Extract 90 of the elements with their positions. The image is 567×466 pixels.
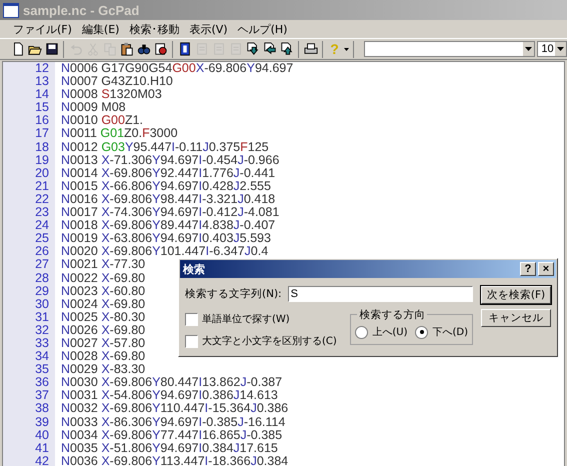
- radio-label[interactable]: 下へ(D): [432, 325, 468, 339]
- line-number: 23: [3, 206, 55, 220]
- menu-item[interactable]: 編集(E): [76, 22, 124, 36]
- checkbox-label[interactable]: 大文字と小文字を区別する(C): [202, 334, 337, 348]
- radio-label[interactable]: 上へ(U): [372, 325, 408, 339]
- line-number: 26: [3, 245, 55, 258]
- search-field[interactable]: S: [288, 286, 473, 302]
- line-number: 17: [3, 127, 55, 141]
- font-size-combo[interactable]: 10: [537, 41, 567, 57]
- code-line: N0020 X-69.806Y101.447I-6.347J0.4: [60, 245, 268, 258]
- code-line: N0021 X-77.30: [60, 258, 146, 272]
- line-number: 40: [3, 428, 55, 442]
- dropdown-arrow-icon[interactable]: [557, 47, 564, 51]
- group-title: 検索する方向: [357, 308, 428, 322]
- code-line: N0027 X-57.80: [60, 336, 146, 350]
- menu-item[interactable]: ヘルプ(H): [232, 22, 292, 36]
- code-line: N0010 G00Z1.: [60, 114, 144, 128]
- dialog-button[interactable]: 次を検索(F): [481, 286, 551, 304]
- line-number: 37: [3, 389, 55, 402]
- checkbox[interactable]: [185, 334, 198, 348]
- line-number: 31: [3, 310, 55, 324]
- code-line: N0022 X-69.80: [60, 272, 146, 285]
- code-line: N0018 X-69.806Y89.447I4.838J-0.407: [60, 219, 276, 232]
- code-line: N0019 X-63.806Y94.697I0.403J5.593: [60, 232, 271, 246]
- line-number: 30: [3, 298, 55, 311]
- line-number: 24: [3, 219, 55, 232]
- dropdown-arrow-icon[interactable]: [525, 47, 532, 51]
- line-number: 20: [3, 166, 55, 180]
- search-label: 検索する文字列(N):: [185, 287, 282, 301]
- dialog-title: 検索: [183, 262, 205, 276]
- code-line: N0029 X-83.30: [60, 363, 146, 376]
- line-number: 32: [3, 324, 55, 337]
- menu-item[interactable]: ファイル(F): [8, 22, 77, 36]
- code-line: N0014 X-69.806Y92.447I1.776J-0.441: [60, 166, 276, 180]
- line-number: 27: [3, 258, 55, 272]
- line-number: 21: [3, 180, 55, 193]
- code-line: N0030 X-69.806Y80.447I13.862J-0.387: [60, 376, 282, 390]
- app-icon: [3, 2, 19, 18]
- line-number: 25: [3, 232, 55, 246]
- line-number: 42: [3, 454, 55, 466]
- code-line: N0013 X-71.306Y94.697I-0.454J-0.966: [60, 154, 280, 167]
- line-number: 13: [3, 75, 55, 88]
- code-line: N0036 X-69.806Y113.447I-18.366J0.384: [60, 454, 288, 466]
- menu-item[interactable]: 表示(V): [184, 22, 233, 36]
- code-line: N0017 X-74.306Y94.697I-0.412J-4.081: [60, 206, 280, 220]
- line-number: 28: [3, 272, 55, 285]
- code-line: N0006 G17G90G54G00X-69.806Y94.697: [60, 62, 294, 76]
- line-number: 33: [3, 336, 55, 350]
- line-number: 34: [3, 350, 55, 364]
- code-line: N0032 X-69.806Y110.447I-15.364J0.386: [60, 402, 288, 416]
- line-number: 14: [3, 88, 55, 102]
- line-number: 38: [3, 402, 55, 416]
- code-line: N0031 X-54.806Y94.697I0.386J14.613: [60, 389, 278, 402]
- code-line: N0028 X-69.80: [60, 350, 146, 364]
- dialog-button[interactable]: キャンセル: [481, 309, 551, 327]
- code-line: N0024 X-69.80: [60, 298, 146, 311]
- code-line: N0035 X-51.806Y94.697I0.384J17.615: [60, 442, 278, 455]
- line-number: 39: [3, 416, 55, 429]
- line-number: 18: [3, 140, 55, 154]
- code-line: N0007 G43Z10.H10: [60, 75, 173, 88]
- window-title: sample.nc - GcPad: [23, 2, 140, 18]
- code-line: N0023 X-60.80: [60, 284, 146, 298]
- code-line: N0015 X-66.806Y94.697I0.428J2.555: [60, 180, 271, 193]
- code-line: N0012 G03Y95.447I-0.11J0.375F125: [60, 140, 269, 154]
- checkbox[interactable]: [185, 312, 198, 326]
- toolbar-combo[interactable]: [364, 41, 536, 57]
- line-number: 19: [3, 154, 55, 167]
- line-number: 22: [3, 192, 55, 206]
- checkbox-label[interactable]: 単語単位で探す(W): [202, 312, 290, 326]
- code-line: N0026 X-69.80: [60, 324, 146, 337]
- code-line: N0025 X-80.30: [60, 310, 146, 324]
- dropdown-icon[interactable]: [343, 46, 350, 52]
- line-number: 36: [3, 376, 55, 390]
- line-number: 35: [3, 363, 55, 376]
- radio-button[interactable]: [415, 326, 428, 338]
- code-line: N0034 X-69.806Y77.447I16.865J-0.385: [60, 428, 282, 442]
- code-line: N0016 X-69.806Y98.447I-3.321J0.418: [60, 192, 276, 206]
- line-number: 29: [3, 284, 55, 298]
- code-line: N0011 G01Z0.F3000: [60, 127, 178, 141]
- radio-button[interactable]: [355, 326, 368, 338]
- line-number: 15: [3, 101, 55, 114]
- code-line: N0009 M08: [60, 101, 126, 114]
- code-line: N0033 X-86.306Y94.697I-0.385J-16.114: [60, 416, 286, 429]
- line-number: 16: [3, 114, 55, 128]
- line-number: 12: [3, 62, 55, 76]
- code-line: N0008 S1320M03: [60, 88, 162, 102]
- line-number: 41: [3, 442, 55, 455]
- menu-item[interactable]: 検索･移動: [124, 22, 184, 36]
- help-button[interactable]: ?: [520, 262, 536, 276]
- close-button[interactable]: ×: [538, 262, 554, 276]
